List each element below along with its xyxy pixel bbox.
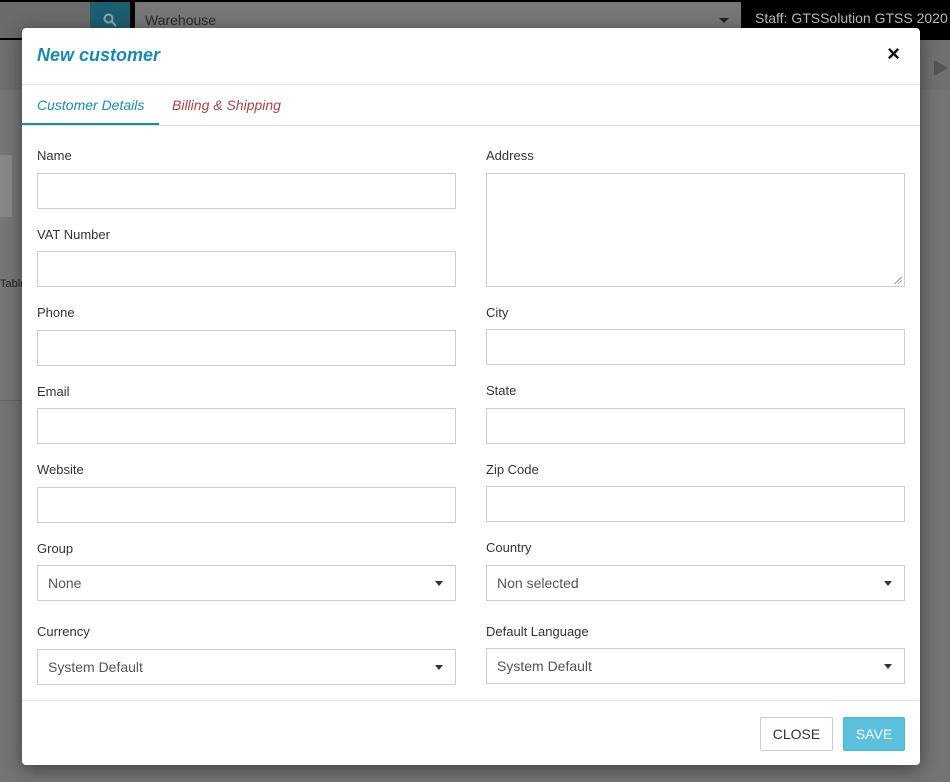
address-label: Address	[486, 148, 534, 163]
chevron-down-icon	[719, 18, 729, 23]
country-select[interactable]: Non selected	[486, 565, 905, 601]
search-icon	[103, 13, 117, 27]
country-select-value: Non selected	[497, 575, 579, 591]
name-label: Name	[37, 148, 72, 163]
currency-select-value: System Default	[48, 659, 143, 675]
phone-label: Phone	[37, 305, 75, 320]
website-label: Website	[37, 462, 84, 477]
currency-label: Currency	[37, 624, 90, 639]
modal-header: New customer ×	[22, 28, 920, 85]
chevron-down-icon	[435, 665, 443, 670]
warehouse-select-value: Warehouse	[145, 12, 217, 28]
city-input[interactable]	[486, 329, 905, 365]
email-label: Email	[37, 384, 70, 399]
chevron-down-icon	[884, 581, 892, 586]
group-select[interactable]: None	[37, 565, 456, 601]
name-input[interactable]	[37, 173, 456, 209]
product-card	[0, 95, 22, 401]
close-button[interactable]: CLOSE	[760, 717, 833, 751]
vat-number-label: VAT Number	[37, 227, 110, 242]
tab-customer-details[interactable]: Customer Details	[22, 85, 160, 125]
country-label: Country	[486, 540, 532, 555]
modal-footer: CLOSE SAVE	[22, 700, 920, 766]
default-language-select[interactable]: System Default	[486, 648, 905, 684]
default-language-label: Default Language	[486, 624, 589, 639]
product-image	[0, 155, 12, 217]
state-input[interactable]	[486, 408, 905, 444]
phone-input[interactable]	[37, 330, 456, 366]
email-input[interactable]	[37, 408, 456, 444]
staff-label: Staff: GTSSolution GTSS 2020	[755, 10, 948, 26]
website-input[interactable]	[37, 487, 456, 523]
modal-tabs: Customer Details Billing & Shipping	[22, 85, 920, 126]
zip-code-label: Zip Code	[486, 462, 539, 477]
zip-code-input[interactable]	[486, 486, 905, 522]
tab-billing-shipping[interactable]: Billing & Shipping	[157, 85, 296, 124]
default-language-select-value: System Default	[497, 658, 592, 674]
group-select-value: None	[48, 575, 82, 591]
chevron-down-icon	[435, 581, 443, 586]
modal-title: New customer	[37, 45, 161, 65]
city-label: City	[486, 305, 509, 320]
vat-number-input[interactable]	[37, 251, 456, 287]
currency-select[interactable]: System Default	[37, 649, 456, 685]
state-label: State	[486, 383, 517, 398]
resize-handle-icon[interactable]	[894, 276, 902, 284]
play-icon[interactable]	[934, 60, 948, 76]
chevron-down-icon	[884, 664, 892, 669]
group-label: Group	[37, 541, 74, 556]
address-textarea[interactable]	[486, 173, 905, 287]
close-icon[interactable]: ×	[887, 42, 900, 66]
new-customer-modal: New customer × Customer Details Billing …	[22, 28, 920, 765]
save-button[interactable]: SAVE	[843, 717, 905, 751]
